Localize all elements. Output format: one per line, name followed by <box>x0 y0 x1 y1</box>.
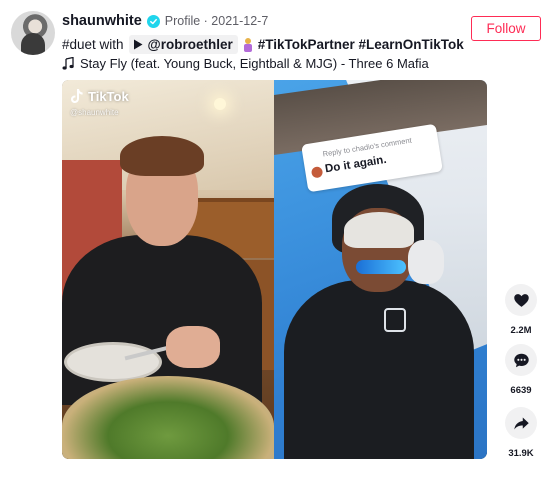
like-action: 2.2M <box>505 284 537 336</box>
comment-button[interactable] <box>505 344 537 376</box>
partner-emoji-icon <box>243 37 253 52</box>
watermark-handle: @shaunwhite <box>70 108 119 117</box>
reply-avatar <box>310 165 324 179</box>
reply-text: Do it again. <box>324 153 388 176</box>
share-button[interactable] <box>505 407 537 439</box>
reply-label: Reply to chadio's comment <box>322 135 413 159</box>
music-note-icon <box>62 57 74 70</box>
share-count: 31.9K <box>508 448 534 459</box>
author-subtitle: Profile · 2021-12-7 <box>164 14 269 28</box>
music-title: Stay Fly (feat. Young Buck, Eightball & … <box>80 56 429 71</box>
author-username[interactable]: shaunwhite <box>62 13 142 29</box>
heart-icon <box>513 293 529 307</box>
follow-button[interactable]: Follow <box>471 16 541 41</box>
duet-right-video: Reply to chadio's comment Do it again. <box>274 80 487 459</box>
comment-action: 6639 <box>505 344 537 396</box>
caption-prefix: #duet with <box>62 37 124 52</box>
play-icon <box>133 39 143 50</box>
like-count: 2.2M <box>510 325 532 336</box>
comment-count: 6639 <box>510 385 532 396</box>
duet-left-video: TikTok @shaunwhite <box>62 80 274 459</box>
duet-mention-link[interactable]: @robroethler <box>128 35 238 54</box>
tiktok-watermark: TikTok <box>70 88 129 104</box>
like-button[interactable] <box>505 284 537 316</box>
caption-hashtags[interactable]: #TikTokPartner #LearnOnTikTok <box>258 37 464 52</box>
music-link[interactable]: Stay Fly (feat. Young Buck, Eightball & … <box>62 56 429 71</box>
mention-label: @robroethler <box>147 37 233 52</box>
watermark-brand: TikTok <box>88 88 129 104</box>
tiktok-logo-icon <box>71 89 83 103</box>
author-row: shaunwhite Profile · 2021-12-7 <box>62 13 268 29</box>
share-action: 31.9K <box>505 407 537 459</box>
verified-badge-icon <box>146 14 160 28</box>
avatar[interactable] <box>11 11 55 55</box>
share-icon <box>513 417 529 429</box>
comment-icon <box>513 353 529 367</box>
video-caption: #duet with @robroethler #TikTokPartner #… <box>62 35 464 54</box>
video-player[interactable]: TikTok @shaunwhite Reply to chadio's com… <box>62 80 487 459</box>
